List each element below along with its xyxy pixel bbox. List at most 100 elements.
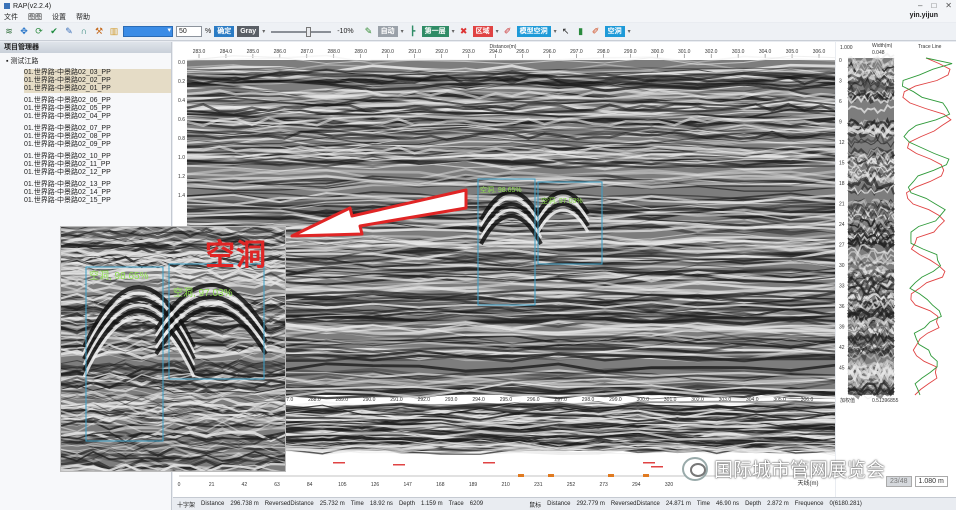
model-void-button[interactable]: 模型空洞 [516,26,551,37]
tree-item[interactable]: 01.世界路-中景路02_07_PP [24,125,171,133]
confirm-button[interactable]: 确定 [214,26,235,37]
tree-item[interactable]: 01.世界路-中景路02_12_PP [24,169,171,177]
maximize-icon[interactable]: □ [931,1,936,10]
page-indicator[interactable]: 23/48 [886,476,912,487]
marker-icon[interactable]: ✐ [590,26,602,38]
chevron-down-icon[interactable]: ▾ [628,28,631,35]
void-callout-label: 空洞 [205,238,267,273]
minimap-tick-label: 320 [665,482,674,488]
toolbar: ≋ ✥ ⟳ ✔ ✎ ∩ ⚒ ▥ 50 % 确定 Gray ▾ -10% ✎ 自动… [0,23,956,41]
chevron-down-icon[interactable]: ▾ [496,28,499,35]
top-tick-label: 290.0 [381,49,394,55]
tree-item[interactable]: 01.世界路-中景路02_13_PP [24,181,171,189]
tree-item[interactable]: 01.世界路-中景路02_10_PP [24,153,171,161]
tree-item[interactable]: 01.世界路-中景路02_04_PP [24,113,171,121]
tree-item[interactable]: 01.世界路-中景路02_06_PP [24,97,171,105]
chevron-down-icon[interactable]: ▾ [401,28,404,35]
trace-label: Trace Line [918,44,942,50]
auto-button[interactable]: 自动 [377,26,398,37]
battery-icon[interactable]: ▮ [575,26,587,38]
area-button[interactable]: 区域 [472,26,493,37]
status-cross-trace: 6209 [469,501,484,507]
colormap-select[interactable]: Gray [237,26,260,37]
bottom-tick-label: 294.0 [472,397,485,403]
tree-item[interactable]: 01.世界路-中景路02_03_PP [24,69,171,77]
tree-item[interactable]: 01.世界路-中景路02_09_PP [24,141,171,149]
right-axis-tick-label: 15 [839,161,845,167]
cursor-icon[interactable]: ↖ [560,26,572,38]
void-button[interactable]: 空洞 [604,26,625,37]
curve-icon[interactable]: ∩ [78,26,90,38]
depth-tick-label: 1.4 [178,193,185,199]
top-tick-label: 289.0 [354,49,367,55]
right-axis-tick-label: 45 [839,366,845,372]
top-tick-label: 302.0 [705,49,718,55]
status-mouse-depth: 2.872 m [767,501,789,507]
right-axis-tick-label: 21 [839,202,845,208]
bottom-tick-label: 295.0 [500,397,513,403]
right-axis-tick-label: 0 [839,58,842,64]
top-tick-label: 284.0 [220,49,233,55]
tree-item[interactable]: 01.世界路-中景路02_01_PP [24,85,171,93]
zoom-indicator[interactable]: 1.080 m [914,476,948,487]
status-bar: 十字架 Distance 296.738 m ReversedDistance … [173,497,956,510]
menu-file[interactable]: 文件 [4,12,18,22]
tools-icon[interactable]: ⚒ [93,26,105,38]
opacity-input[interactable]: 50 [176,26,202,37]
minimap-tick-label: 105 [338,482,347,488]
top-tick-label: 286.0 [274,49,287,55]
top-tick-label: 297.0 [570,49,583,55]
tree-item[interactable]: 01.世界路-中景路02_05_PP [24,105,171,113]
tree-root[interactable]: ▪ 测试江路 [0,57,171,67]
tree-group: 01.世界路-中景路02_06_PP 01.世界路-中景路02_05_PP 01.世… [24,97,171,121]
tree-item[interactable]: 01.世界路-中景路02_14_PP [24,189,171,197]
depth-tick-label: 0.4 [178,98,185,104]
check-icon[interactable]: ✔ [48,26,60,38]
timeline-event [393,464,405,466]
right-axis-tick-label: 12 [839,140,845,146]
depth-tick-label: 1.2 [178,174,185,180]
color-select[interactable] [123,26,173,37]
close-icon[interactable]: ✕ [945,1,952,10]
right-axis-tick-label: 42 [839,345,845,351]
tree-group: 01.世界路-中景路02_13_PP 01.世界路-中景路02_14_PP 01.世… [24,181,171,205]
right-axis-tick-label: 33 [839,284,845,290]
tree-item[interactable]: 01.世界路-中景路02_11_PP [24,161,171,169]
pencil-icon[interactable]: ✎ [363,26,375,38]
chevron-down-icon[interactable]: ▾ [554,28,557,35]
panel-title: 项目管理器 [0,42,171,53]
app-icon [4,3,10,9]
pin-icon[interactable]: ┣ [407,26,419,38]
brush-icon[interactable]: ✐ [502,26,514,38]
timeline-segment [643,474,649,477]
pager: 23/48 1.080 m [886,476,948,487]
rotate-icon[interactable]: ⟳ [33,26,45,38]
layers-icon[interactable]: ≋ [3,26,15,38]
edit-icon[interactable]: ✎ [63,26,75,38]
menu-settings[interactable]: 设置 [52,12,66,22]
tree-group: 01.世界路-中景路02_07_PP 01.世界路-中景路02_08_PP 01.世… [24,125,171,149]
top-tick-label: 295.0 [516,49,529,55]
palette-icon[interactable]: ▥ [108,26,120,38]
callout-arrow [290,188,468,238]
tree-item[interactable]: 01.世界路-中景路02_02_PP [24,77,171,85]
layer-button[interactable]: 第一层 [421,26,449,37]
timeline-segment [548,474,554,477]
chevron-down-icon[interactable]: ▾ [452,28,455,35]
app-window: RAP(v2.2.4) – □ ✕ 文件 图图 设置 帮助 yin.yijun … [0,0,956,510]
top-tick-label: 301.0 [678,49,691,55]
move-icon[interactable]: ✥ [18,26,30,38]
minimize-icon[interactable]: – [918,1,922,10]
menu-view[interactable]: 图图 [28,12,42,22]
top-tick-label: 285.0 [247,49,260,55]
tree-item[interactable]: 01.世界路-中景路02_15_PP [24,197,171,205]
menu-help[interactable]: 帮助 [76,12,90,22]
gain-slider-knob[interactable] [306,26,312,37]
delete-icon[interactable]: ✖ [458,26,470,38]
gain-slider[interactable] [271,26,332,37]
status-mouse-name: 鼠标 [529,502,542,509]
watermark: 国际城市管网展览会 [682,455,885,482]
chevron-down-icon[interactable]: ▾ [262,28,265,35]
tree-item[interactable]: 01.世界路-中景路02_08_PP [24,133,171,141]
detection-label: 空洞, 98.65% [480,185,522,194]
